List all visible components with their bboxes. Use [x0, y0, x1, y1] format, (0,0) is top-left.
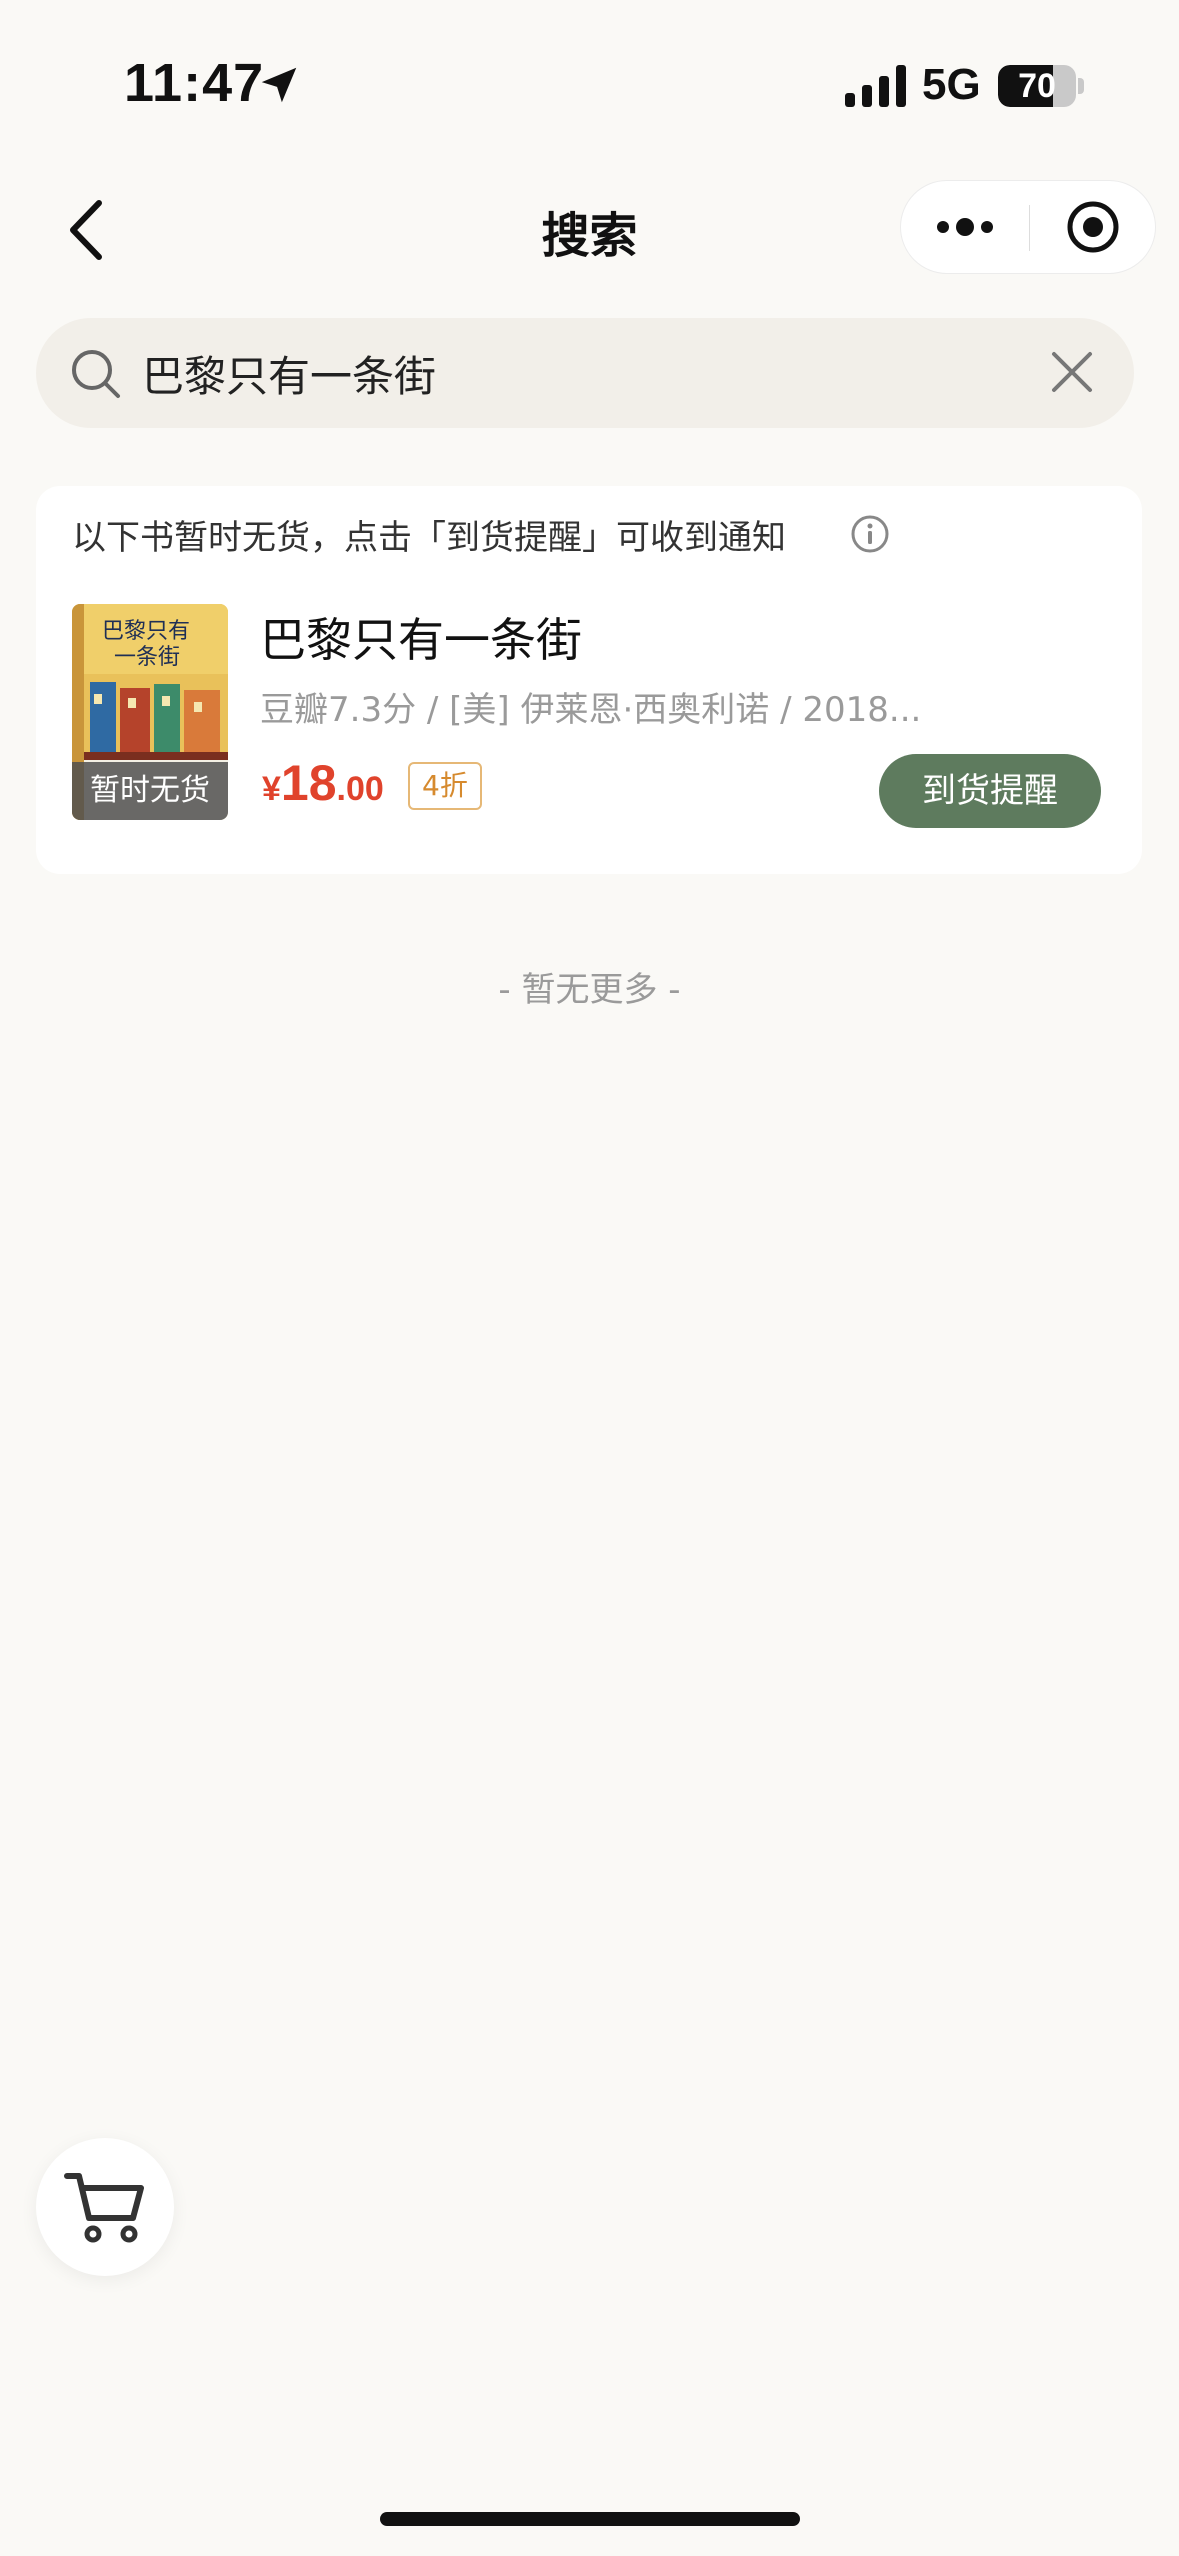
- home-indicator: [380, 2512, 800, 2526]
- status-bar: 11:47 5G 70: [0, 0, 1179, 170]
- cart-button[interactable]: [36, 2138, 174, 2276]
- result-card: 以下书暂时无货，点击「到货提醒」可收到通知 巴黎只有 一条街 暂时无货 巴黎只有…: [36, 486, 1142, 874]
- notify-restock-button[interactable]: 到货提醒: [879, 754, 1101, 828]
- price-integer: 18: [280, 755, 337, 811]
- network-label: 5G: [922, 60, 981, 109]
- battery-indicator: 70: [998, 65, 1076, 107]
- out-of-stock-notice: 以下书暂时无货，点击「到货提醒」可收到通知: [72, 518, 786, 558]
- book-cover-image[interactable]: 巴黎只有 一条街 暂时无货: [72, 604, 228, 820]
- svg-text:一条街: 一条街: [114, 645, 180, 670]
- target-icon: [1067, 201, 1119, 253]
- status-time: 11:47: [124, 53, 265, 113]
- mini-program-capsule: [900, 180, 1156, 274]
- price-decimal: .00: [336, 770, 384, 808]
- book-title[interactable]: 巴黎只有一条街: [260, 604, 582, 670]
- more-button[interactable]: [901, 181, 1029, 273]
- no-more-text: - 暂无更多 -: [498, 970, 681, 1010]
- book-price: ¥18.00: [262, 754, 384, 812]
- search-input[interactable]: [142, 318, 1002, 428]
- search-icon: [72, 350, 120, 398]
- more-icon: [937, 218, 993, 236]
- location-arrow-icon: [261, 67, 297, 103]
- stock-status-badge: 暂时无货: [72, 762, 228, 820]
- search-bar: [36, 318, 1134, 428]
- book-meta: 豆瓣7.3分 / [美] 伊莱恩·西奥利诺 / 2018...: [260, 690, 922, 730]
- battery-cap: [1078, 78, 1084, 94]
- info-icon[interactable]: [850, 514, 890, 554]
- signal-icon: [845, 65, 906, 107]
- battery-level-text: 70: [1018, 67, 1056, 105]
- discount-badge: 4折: [408, 762, 482, 810]
- cart-icon: [64, 2173, 144, 2243]
- svg-text:巴黎只有: 巴黎只有: [102, 619, 190, 644]
- close-miniprogram-button[interactable]: [1030, 181, 1156, 273]
- clear-icon[interactable]: [1048, 348, 1096, 396]
- price-currency: ¥: [262, 770, 281, 808]
